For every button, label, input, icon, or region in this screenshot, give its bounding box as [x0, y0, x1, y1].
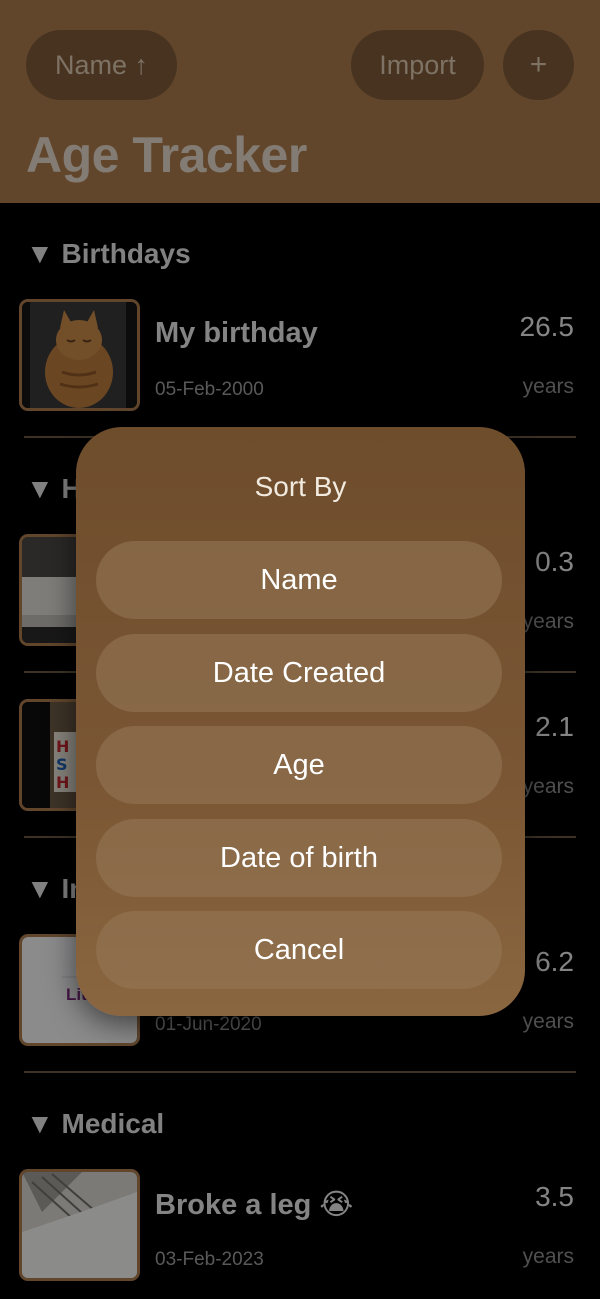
option-label: Name — [260, 563, 338, 596]
option-label: Date of birth — [220, 841, 378, 874]
sort-option-name[interactable]: Name — [96, 541, 502, 619]
sort-option-date-created[interactable]: Date Created — [96, 634, 502, 712]
cancel-button[interactable]: Cancel — [96, 911, 502, 989]
sort-dialog: Sort By Name Date Created Age Date of bi… — [76, 427, 525, 1016]
option-label: Date Created — [212, 656, 386, 689]
dialog-title: Sort By — [254, 471, 347, 502]
option-label: Age — [273, 748, 325, 781]
sort-option-date-of-birth[interactable]: Date of birth — [96, 819, 502, 897]
option-label: Cancel — [253, 933, 345, 966]
sort-option-age[interactable]: Age — [96, 726, 502, 804]
